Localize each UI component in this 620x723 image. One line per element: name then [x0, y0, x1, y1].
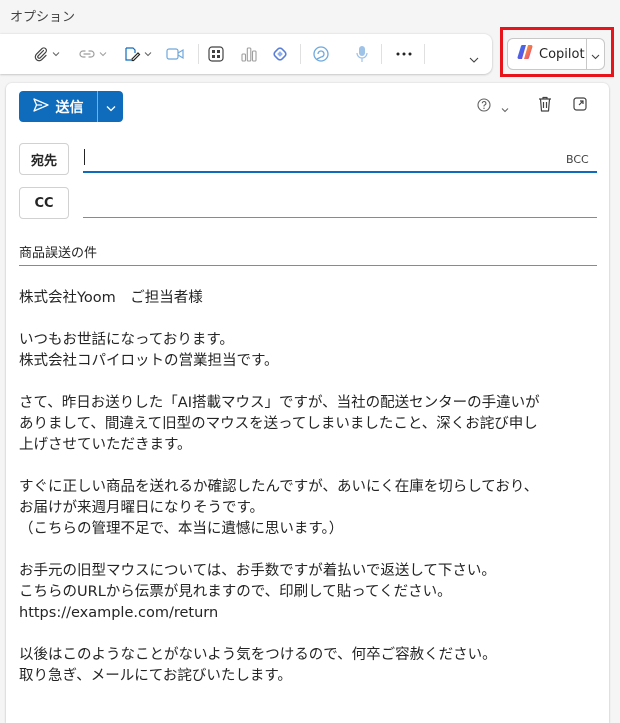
- subject-input[interactable]: 商品誤送の件: [19, 242, 97, 261]
- send-button[interactable]: 送信: [19, 91, 123, 122]
- link-icon: [78, 47, 96, 61]
- expand-ribbon-button[interactable]: [462, 40, 486, 80]
- cc-input[interactable]: [88, 193, 588, 213]
- body-line: （こちらの管理不足で、本当に遺憾に思います。）: [19, 521, 344, 537]
- send-label: 送信: [55, 99, 84, 116]
- to-input[interactable]: [88, 147, 558, 167]
- attach-file-button[interactable]: [26, 34, 66, 74]
- body-line: [19, 456, 604, 477]
- body-line: 株式会社コパイロットの営業担当です。: [19, 353, 279, 369]
- body-line: いつもお世話になっております。: [19, 332, 234, 348]
- body-line: お手元の旧型マウスについては、お手数ですが着払いで返送して下さい。: [19, 563, 496, 579]
- video-meeting-icon: [165, 46, 185, 62]
- chevron-down-icon: [501, 98, 509, 117]
- cc-button[interactable]: CC: [19, 187, 69, 219]
- insert-link-button[interactable]: [72, 34, 112, 74]
- body-line: 上げさせていただきます。: [19, 437, 192, 453]
- meeting-button[interactable]: [160, 34, 190, 74]
- body-line: 取り急ぎ、メールにてお詫びいたします。: [19, 668, 292, 684]
- toolbar-separator: [300, 44, 301, 64]
- chevron-down-icon: [144, 50, 152, 58]
- ribbon-toolbar: [0, 34, 492, 74]
- chevron-down-icon: [469, 56, 479, 64]
- options-tab[interactable]: オプション: [10, 6, 75, 25]
- pop-out-icon: [572, 96, 588, 116]
- trash-icon: [537, 95, 553, 117]
- paperclip-icon: [33, 46, 49, 62]
- chevron-down-icon: [99, 50, 107, 58]
- body-line: 株式会社Yoom ご担当者様: [19, 290, 203, 306]
- signature-button[interactable]: [117, 34, 157, 74]
- sensitivity-icon: [476, 97, 492, 117]
- copilot-button[interactable]: Copilot: [507, 38, 605, 70]
- text-caret: [84, 149, 85, 165]
- more-icon: [396, 52, 412, 56]
- toolbar-separator: [381, 44, 382, 64]
- copilot-main-button[interactable]: Copilot: [508, 39, 587, 69]
- message-body[interactable]: 株式会社Yoom ご担当者様いつもお世話になっております。株式会社コパイロットの…: [19, 288, 604, 687]
- copilot-logo-icon: [516, 43, 534, 65]
- body-line: ありまして、間違えて旧型のマウスを送ってしまいましたこと、深くお詫び申し: [19, 416, 538, 432]
- copilot-dropdown-button[interactable]: [587, 39, 604, 69]
- discard-button[interactable]: [534, 95, 556, 117]
- loop-icon: [270, 44, 290, 64]
- apps-icon: [207, 45, 225, 63]
- pop-out-button[interactable]: [569, 95, 591, 117]
- copilot-label: Copilot: [539, 46, 585, 62]
- chevron-down-icon: [591, 45, 600, 64]
- body-line: [19, 624, 604, 645]
- to-underline: [83, 171, 597, 173]
- body-line: 以後はこのようなことがないよう気をつけるので、何卒ご容赦ください。: [19, 647, 497, 663]
- body-line: お届けが来週月曜日になりそうです。: [19, 500, 265, 516]
- microphone-icon: [354, 45, 370, 63]
- poll-button[interactable]: [234, 34, 264, 74]
- toolbar-separator: [424, 44, 425, 64]
- body-line: [19, 309, 604, 330]
- body-line: さて、昨日お送りした「AI搭載マウス」ですが、当社の配送センターの手違いが: [19, 395, 540, 411]
- chevron-down-icon: [106, 97, 116, 116]
- send-main-button[interactable]: 送信: [19, 91, 98, 122]
- body-line: https://example.com/return: [19, 605, 219, 621]
- body-line: [19, 540, 604, 561]
- viva-insights-button[interactable]: [306, 34, 336, 74]
- more-options-button[interactable]: [390, 34, 418, 74]
- poll-chart-icon: [240, 45, 258, 63]
- apps-button[interactable]: [203, 34, 229, 74]
- body-line: [19, 372, 604, 393]
- compose-pane: 送信 宛先 BCC CC 商品誤送の件 株式会社Yoom ご担当者様いつもお世話…: [6, 83, 609, 723]
- send-options-dropdown[interactable]: [98, 91, 123, 122]
- toolbar-separator: [198, 44, 199, 64]
- bcc-link[interactable]: BCC: [566, 153, 589, 166]
- loop-button[interactable]: [265, 34, 295, 74]
- sensitivity-button[interactable]: [472, 97, 512, 117]
- body-line: こちらのURLから伝票が見れますので、印刷して貼ってください。: [19, 584, 452, 600]
- cc-underline: [83, 217, 597, 218]
- send-icon: [32, 97, 49, 116]
- viva-icon: [311, 44, 331, 64]
- signature-icon: [123, 45, 141, 63]
- subject-underline: [19, 265, 597, 266]
- body-line: すぐに正しい商品を送れるか確認したんですが、あいにく在庫を切らしており、: [19, 479, 539, 495]
- to-button[interactable]: 宛先: [19, 143, 69, 175]
- dictate-button[interactable]: [347, 34, 377, 74]
- chevron-down-icon: [52, 50, 60, 58]
